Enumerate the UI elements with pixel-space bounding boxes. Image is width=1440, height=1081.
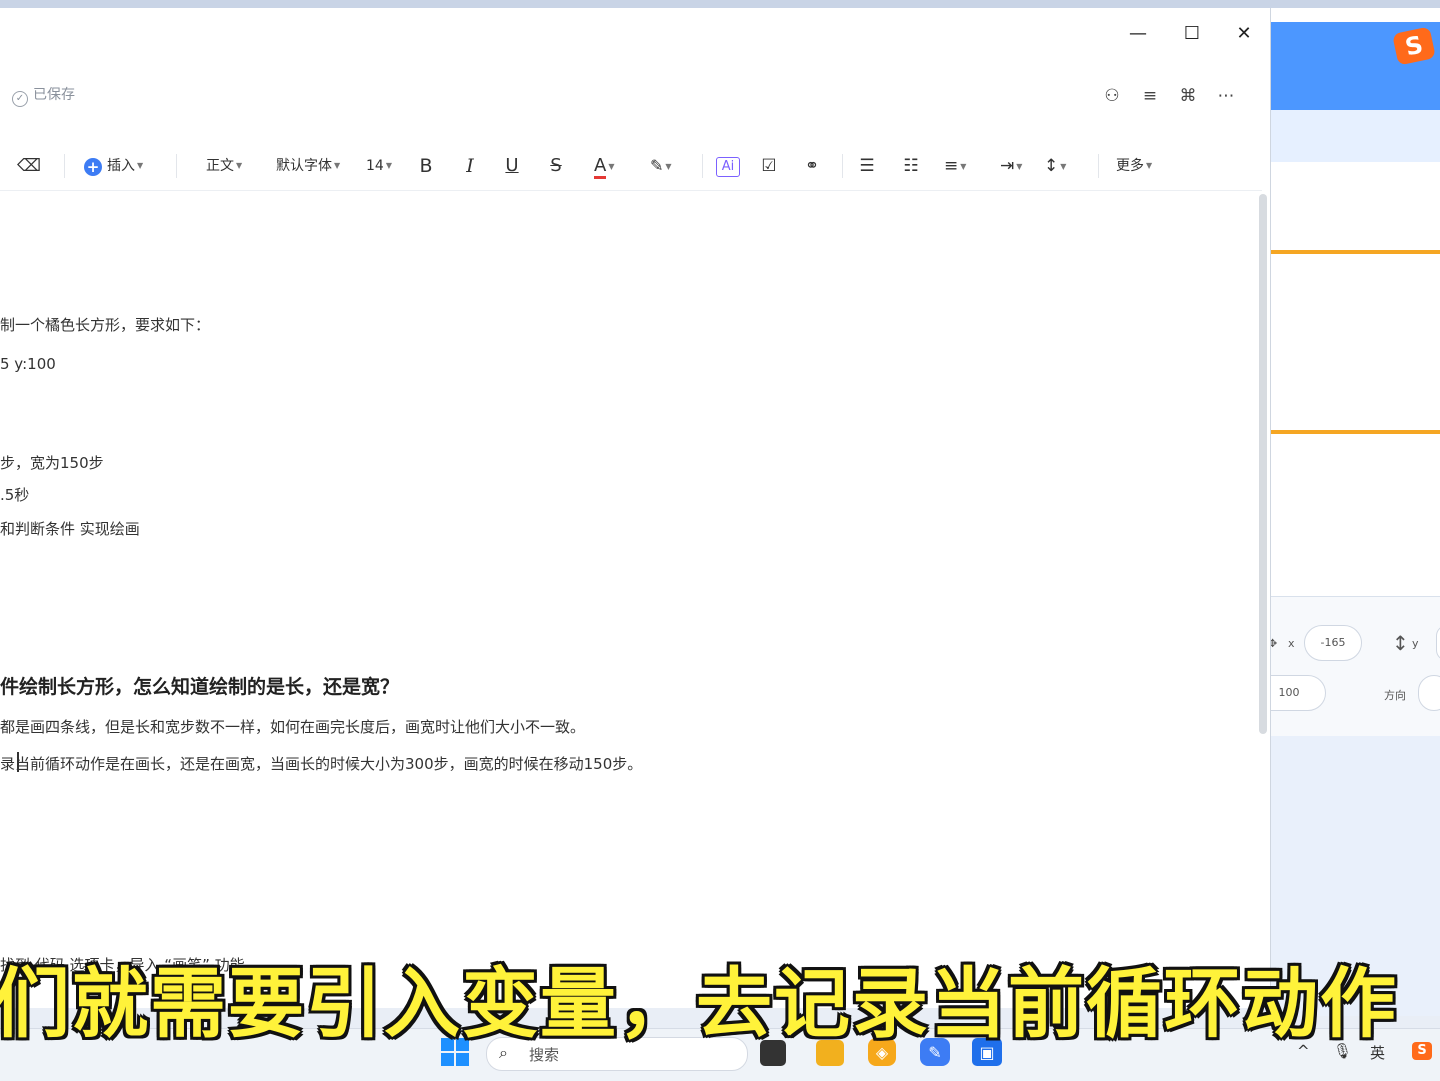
eraser-icon[interactable]: ⌫ xyxy=(16,154,42,178)
toolbar-divider xyxy=(1098,154,1099,178)
insert-label: 插入 xyxy=(107,158,135,174)
font-family-select[interactable]: 默认字体 ▼ xyxy=(276,154,340,178)
indent-icon: ⇥ xyxy=(1000,156,1015,176)
toolbar-divider xyxy=(702,154,703,178)
share-user-icon[interactable]: ⚇ xyxy=(1100,84,1124,108)
chevron-down-icon: ▼ xyxy=(385,161,392,170)
italic-button[interactable]: I xyxy=(460,154,480,178)
find-replace-icon[interactable]: ≡ xyxy=(1138,84,1162,108)
doc-line: 制一个橘色长方形，要求如下： xyxy=(0,316,211,334)
more-options-icon[interactable]: ⋯ xyxy=(1214,84,1238,108)
font-size-select[interactable]: 14 ▼ xyxy=(366,154,392,178)
toolbar-divider xyxy=(842,154,843,178)
sprite-properties: ✥ x -165 ↕ y 100 方向 xyxy=(1252,596,1440,737)
paragraph-style-label: 正文 xyxy=(206,158,234,174)
align-left-icon: ≡ xyxy=(944,156,959,176)
doc-line: 和判断条件 实现绘画 xyxy=(0,520,140,538)
strikethrough-button[interactable]: S xyxy=(546,154,566,178)
more-button[interactable]: 更多 ▼ xyxy=(1116,154,1152,178)
background-app: ✥ x -165 ↕ y 100 方向 xyxy=(1252,8,1440,1016)
toolbar-divider xyxy=(64,154,65,178)
chevron-down-icon: ▼ xyxy=(1016,162,1023,171)
editor-window: — ☐ ✕ ✓ 已保存 ⚇ ≡ ⌘ ⋯ ⌫ + 插入 ▼ 正文 ▼ 默认字体 ▼ 14 ▼ … xyxy=(0,8,1271,1008)
doc-line: 步，宽为150步 xyxy=(0,454,104,472)
bullet-list-icon[interactable]: ☰ xyxy=(856,154,878,178)
indent-button[interactable]: ⇥ ▼ xyxy=(1000,154,1022,178)
toolbar-divider xyxy=(176,154,177,178)
check-circle-icon: ✓ xyxy=(12,91,28,107)
align-button[interactable]: ≡ ▼ xyxy=(944,154,966,178)
updown-arrow-icon: ↕ xyxy=(1392,631,1409,655)
y-label: y xyxy=(1412,637,1419,650)
font-family-label: 默认字体 xyxy=(276,158,332,174)
y-input[interactable] xyxy=(1436,625,1440,661)
subtitle-caption: 们就需要引入变量，去记录当前循环动作 xyxy=(0,959,1398,1048)
doc-line: 5 y:100 xyxy=(0,355,56,373)
stage-canvas[interactable] xyxy=(1270,162,1440,596)
maximize-button[interactable]: ☐ xyxy=(1178,20,1206,48)
minimize-button[interactable]: — xyxy=(1124,20,1152,48)
bold-button[interactable]: B xyxy=(416,154,436,178)
highlight-button[interactable]: ✎ ▼ xyxy=(650,154,672,178)
app-subheader xyxy=(1262,110,1440,162)
format-toolbar: ⌫ + 插入 ▼ 正文 ▼ 默认字体 ▼ 14 ▼ B I U S A ▼ ✎ ▼ Ai ☑ … xyxy=(0,140,1262,191)
checkbox-icon[interactable]: ☑ xyxy=(758,154,780,178)
plus-circle-icon: + xyxy=(84,158,102,176)
orange-line-top xyxy=(1270,250,1440,254)
paragraph-style-select[interactable]: 正文 ▼ xyxy=(206,154,242,178)
x-input[interactable]: -165 xyxy=(1304,625,1362,661)
doc-line: .5秒 xyxy=(0,486,30,504)
font-size-label: 14 xyxy=(366,158,384,174)
text-cursor xyxy=(17,752,19,772)
chevron-down-icon: ▼ xyxy=(236,161,243,170)
highlighter-icon: ✎ xyxy=(650,156,664,175)
font-color-label: A xyxy=(594,155,607,179)
doc-paragraph: 录当前循环动作是在画长，还是在画宽，当画长的时候大小为300步，画宽的时候在移动… xyxy=(0,755,643,773)
doc-heading: 件绘制长方形，怎么知道绘制的是长，还是宽？ xyxy=(0,676,400,698)
numbered-list-icon[interactable]: ☷ xyxy=(900,154,922,178)
chevron-down-icon: ▼ xyxy=(137,161,144,170)
chevron-down-icon: ▼ xyxy=(665,162,672,171)
chevron-down-icon: ▼ xyxy=(1060,162,1067,171)
chevron-down-icon: ▼ xyxy=(960,162,967,171)
ai-icon[interactable]: Ai xyxy=(716,157,740,177)
underline-button[interactable]: U xyxy=(502,154,522,178)
chevron-down-icon: ▼ xyxy=(334,161,341,170)
more-label: 更多 xyxy=(1116,158,1144,174)
doc-paragraph: 都是画四条线，但是长和宽步数不一样，如何在画完长度后，画宽时让他们大小不一致。 xyxy=(0,718,586,736)
direction-input[interactable] xyxy=(1418,675,1440,711)
insert-button[interactable]: + 插入 ▼ xyxy=(84,154,143,178)
line-spacing-icon: ↕ xyxy=(1044,156,1059,176)
chevron-down-icon: ▼ xyxy=(1146,161,1153,170)
mindmap-icon[interactable]: ⌘ xyxy=(1176,84,1200,108)
scrollbar[interactable] xyxy=(1259,194,1267,734)
close-button[interactable]: ✕ xyxy=(1230,20,1258,48)
x-label: x xyxy=(1288,637,1295,650)
chevron-down-icon: ▼ xyxy=(608,162,615,171)
link-icon[interactable]: ⚭ xyxy=(800,154,824,178)
direction-label: 方向 xyxy=(1384,689,1406,702)
top-strip xyxy=(0,0,1440,8)
orange-line-bottom xyxy=(1270,430,1440,434)
font-color-button[interactable]: A ▼ xyxy=(594,154,615,179)
save-status: ✓ 已保存 xyxy=(12,84,75,107)
save-status-label: 已保存 xyxy=(33,87,75,103)
line-spacing-button[interactable]: ↕ ▼ xyxy=(1044,154,1066,178)
